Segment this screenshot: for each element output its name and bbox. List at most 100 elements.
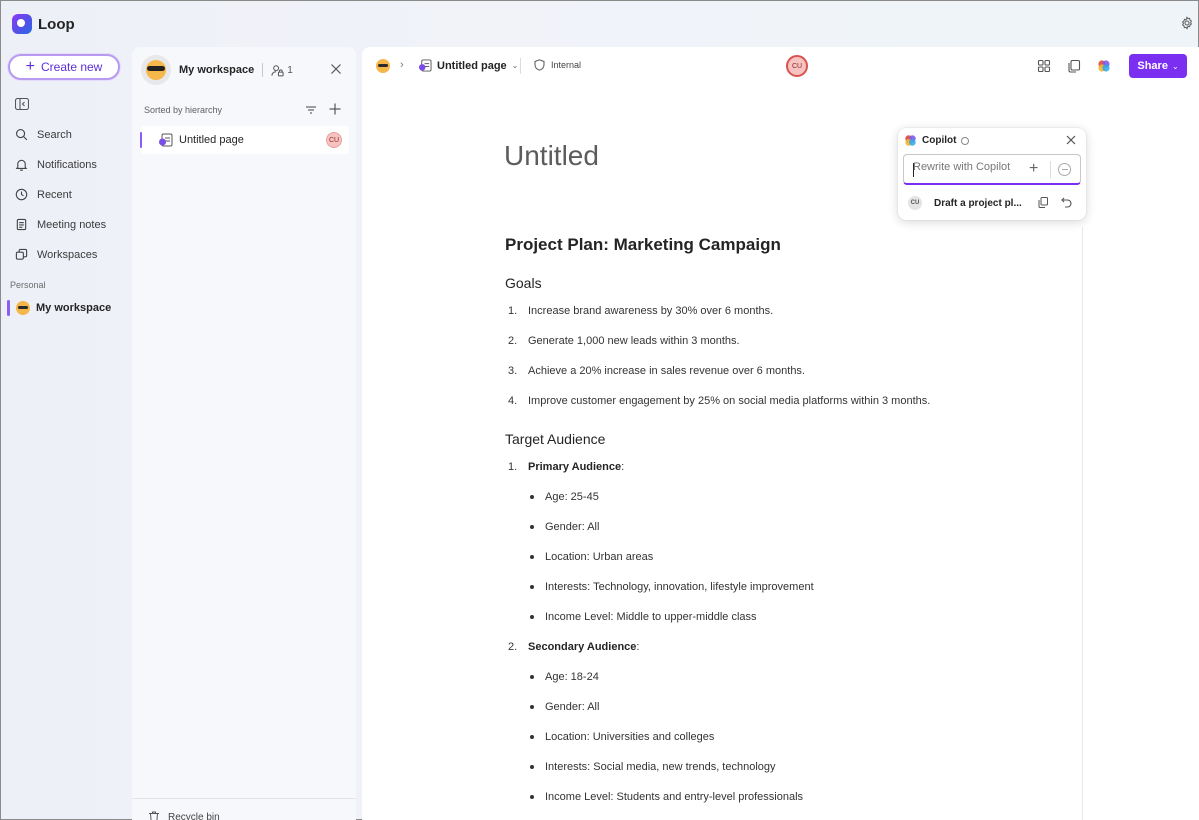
share-label: Share — [1137, 60, 1168, 72]
sunglasses-icon — [147, 66, 165, 71]
list-item: Interests: Technology, innovation, lifes… — [545, 581, 814, 593]
sensitivity-text: Internal — [551, 60, 582, 70]
components-grid-icon[interactable] — [1037, 59, 1051, 73]
user-avatar: CU — [908, 196, 922, 210]
settings-gear-icon[interactable] — [1180, 16, 1194, 30]
list-item-text: Increase brand awareness by 30% over 6 m… — [528, 305, 774, 317]
create-new-label: Create new — [40, 60, 103, 74]
list-item-text: Achieve a 20% increase in sales revenue … — [528, 365, 805, 377]
nav-item-label: Workspaces — [37, 248, 98, 261]
list-number: 1. — [508, 461, 518, 473]
loop-logo[interactable]: Loop — [12, 14, 75, 34]
nav-workspace-label: My workspace — [36, 302, 112, 314]
nav-item-my-workspace[interactable]: My workspace — [7, 300, 111, 316]
workspace-title[interactable]: My workspace — [179, 64, 254, 76]
app-topbar: Loop — [1, 1, 1199, 47]
breadcrumb-page-label: Untitled page — [437, 59, 507, 72]
send-icon[interactable] — [1058, 163, 1071, 176]
list-item: 2. Secondary Audience: — [508, 641, 640, 653]
workspaces-icon — [15, 248, 28, 260]
copilot-history-item[interactable]: CU Draft a project pl... — [908, 196, 1022, 210]
chevron-right-icon: › — [400, 59, 404, 71]
bullet-icon — [530, 735, 534, 739]
list-item: Income Level: Students and entry-level p… — [545, 791, 804, 803]
filter-sort-icon[interactable] — [305, 104, 317, 116]
copilot-history-label: Draft a project pl... — [934, 197, 1022, 209]
close-icon[interactable] — [330, 63, 342, 75]
list-item: 2. Generate 1,000 new leads within 3 mont… — [508, 335, 740, 347]
selection-indicator — [140, 132, 142, 148]
nav-item-search[interactable]: Search — [15, 128, 72, 141]
trash-icon — [149, 811, 159, 820]
loop-page-icon — [159, 133, 173, 147]
copilot-title: Copilot — [922, 135, 957, 146]
info-icon[interactable] — [961, 136, 970, 145]
member-count: 1 — [287, 64, 293, 76]
copy-page-icon[interactable] — [1067, 59, 1081, 73]
add-attachment-icon[interactable]: + — [1029, 161, 1038, 177]
add-page-icon[interactable] — [329, 103, 341, 115]
notes-icon — [16, 218, 27, 231]
loop-page-icon — [418, 59, 432, 72]
copilot-prompt-input[interactable] — [913, 161, 1023, 173]
nav-item-recent[interactable]: Recent — [15, 188, 72, 201]
list-number: 2. — [508, 641, 518, 653]
divider — [132, 798, 356, 799]
workspace-emoji-icon — [16, 301, 30, 315]
page-toolbar: › Untitled page ⌄ Internal CU Share ⌄ — [362, 47, 1199, 85]
left-nav: + Create new Search Notifications Recent… — [1, 47, 131, 820]
bullet-icon — [530, 585, 534, 589]
copilot-header: Copilot — [904, 134, 970, 147]
recycle-bin-button[interactable]: Recycle bin — [148, 811, 220, 820]
page-title[interactable]: Untitled — [504, 140, 599, 172]
copy-icon[interactable] — [1038, 197, 1048, 208]
list-item: Age: 25-45 — [545, 491, 599, 503]
list-number: 1. — [508, 305, 518, 317]
list-item-text: Improve customer engagement by 25% on so… — [528, 395, 931, 407]
list-item: Age: 18-24 — [545, 671, 599, 683]
clock-icon — [15, 188, 28, 201]
copilot-prompt-field[interactable]: + — [903, 154, 1081, 185]
list-item: Interests: Social media, new trends, tec… — [545, 761, 776, 773]
nav-item-label: Search — [37, 128, 72, 141]
presence-avatar[interactable]: CU — [786, 55, 808, 77]
page-tree-item[interactable]: Untitled page CU — [140, 126, 349, 154]
collapse-sidebar-icon[interactable] — [15, 98, 29, 110]
bell-icon — [15, 159, 28, 171]
recycle-bin-label: Recycle bin — [168, 811, 220, 820]
bullet-icon — [530, 615, 534, 619]
workspace-panel: My workspace 1 Sorted by hierarchy Untit… — [132, 47, 356, 820]
plus-icon: + — [25, 58, 35, 75]
bullet-icon — [530, 705, 534, 709]
bullet-icon — [530, 525, 534, 529]
share-button[interactable]: Share ⌄ — [1129, 54, 1187, 78]
workspace-avatar[interactable] — [141, 55, 171, 85]
workspace-emoji-icon[interactable] — [376, 59, 390, 73]
undo-icon[interactable] — [1061, 197, 1072, 208]
nav-item-label: Meeting notes — [37, 218, 107, 231]
page-margin-line — [1082, 227, 1083, 820]
list-item: 1. Primary Audience: — [508, 461, 625, 473]
list-number: 4. — [508, 395, 518, 407]
nav-item-label: Recent — [37, 188, 72, 201]
nav-item-workspaces[interactable]: Workspaces — [15, 248, 97, 261]
list-item-label: Primary Audience — [528, 461, 622, 473]
list-item: 4. Improve customer engagement by 25% on … — [508, 395, 930, 407]
nav-item-meeting-notes[interactable]: Meeting notes — [15, 218, 106, 231]
sensitivity-label[interactable]: Internal — [534, 59, 581, 71]
nav-item-notifications[interactable]: Notifications — [15, 158, 97, 171]
close-icon[interactable] — [1066, 135, 1076, 145]
breadcrumb-page[interactable]: Untitled page ⌄ — [418, 59, 518, 72]
selection-indicator — [7, 300, 10, 316]
chevron-down-icon: ⌄ — [1171, 61, 1179, 71]
bullet-icon — [530, 675, 534, 679]
members-button[interactable]: 1 — [271, 64, 293, 77]
list-item: 3. Achieve a 20% increase in sales revenu… — [508, 365, 805, 377]
bullet-icon — [530, 495, 534, 499]
search-icon — [16, 129, 28, 141]
user-avatar: CU — [326, 132, 342, 148]
create-new-button[interactable]: + Create new — [8, 54, 120, 80]
list-number: 2. — [508, 335, 518, 347]
list-item: Gender: All — [545, 521, 600, 533]
copilot-icon[interactable] — [1097, 59, 1111, 73]
